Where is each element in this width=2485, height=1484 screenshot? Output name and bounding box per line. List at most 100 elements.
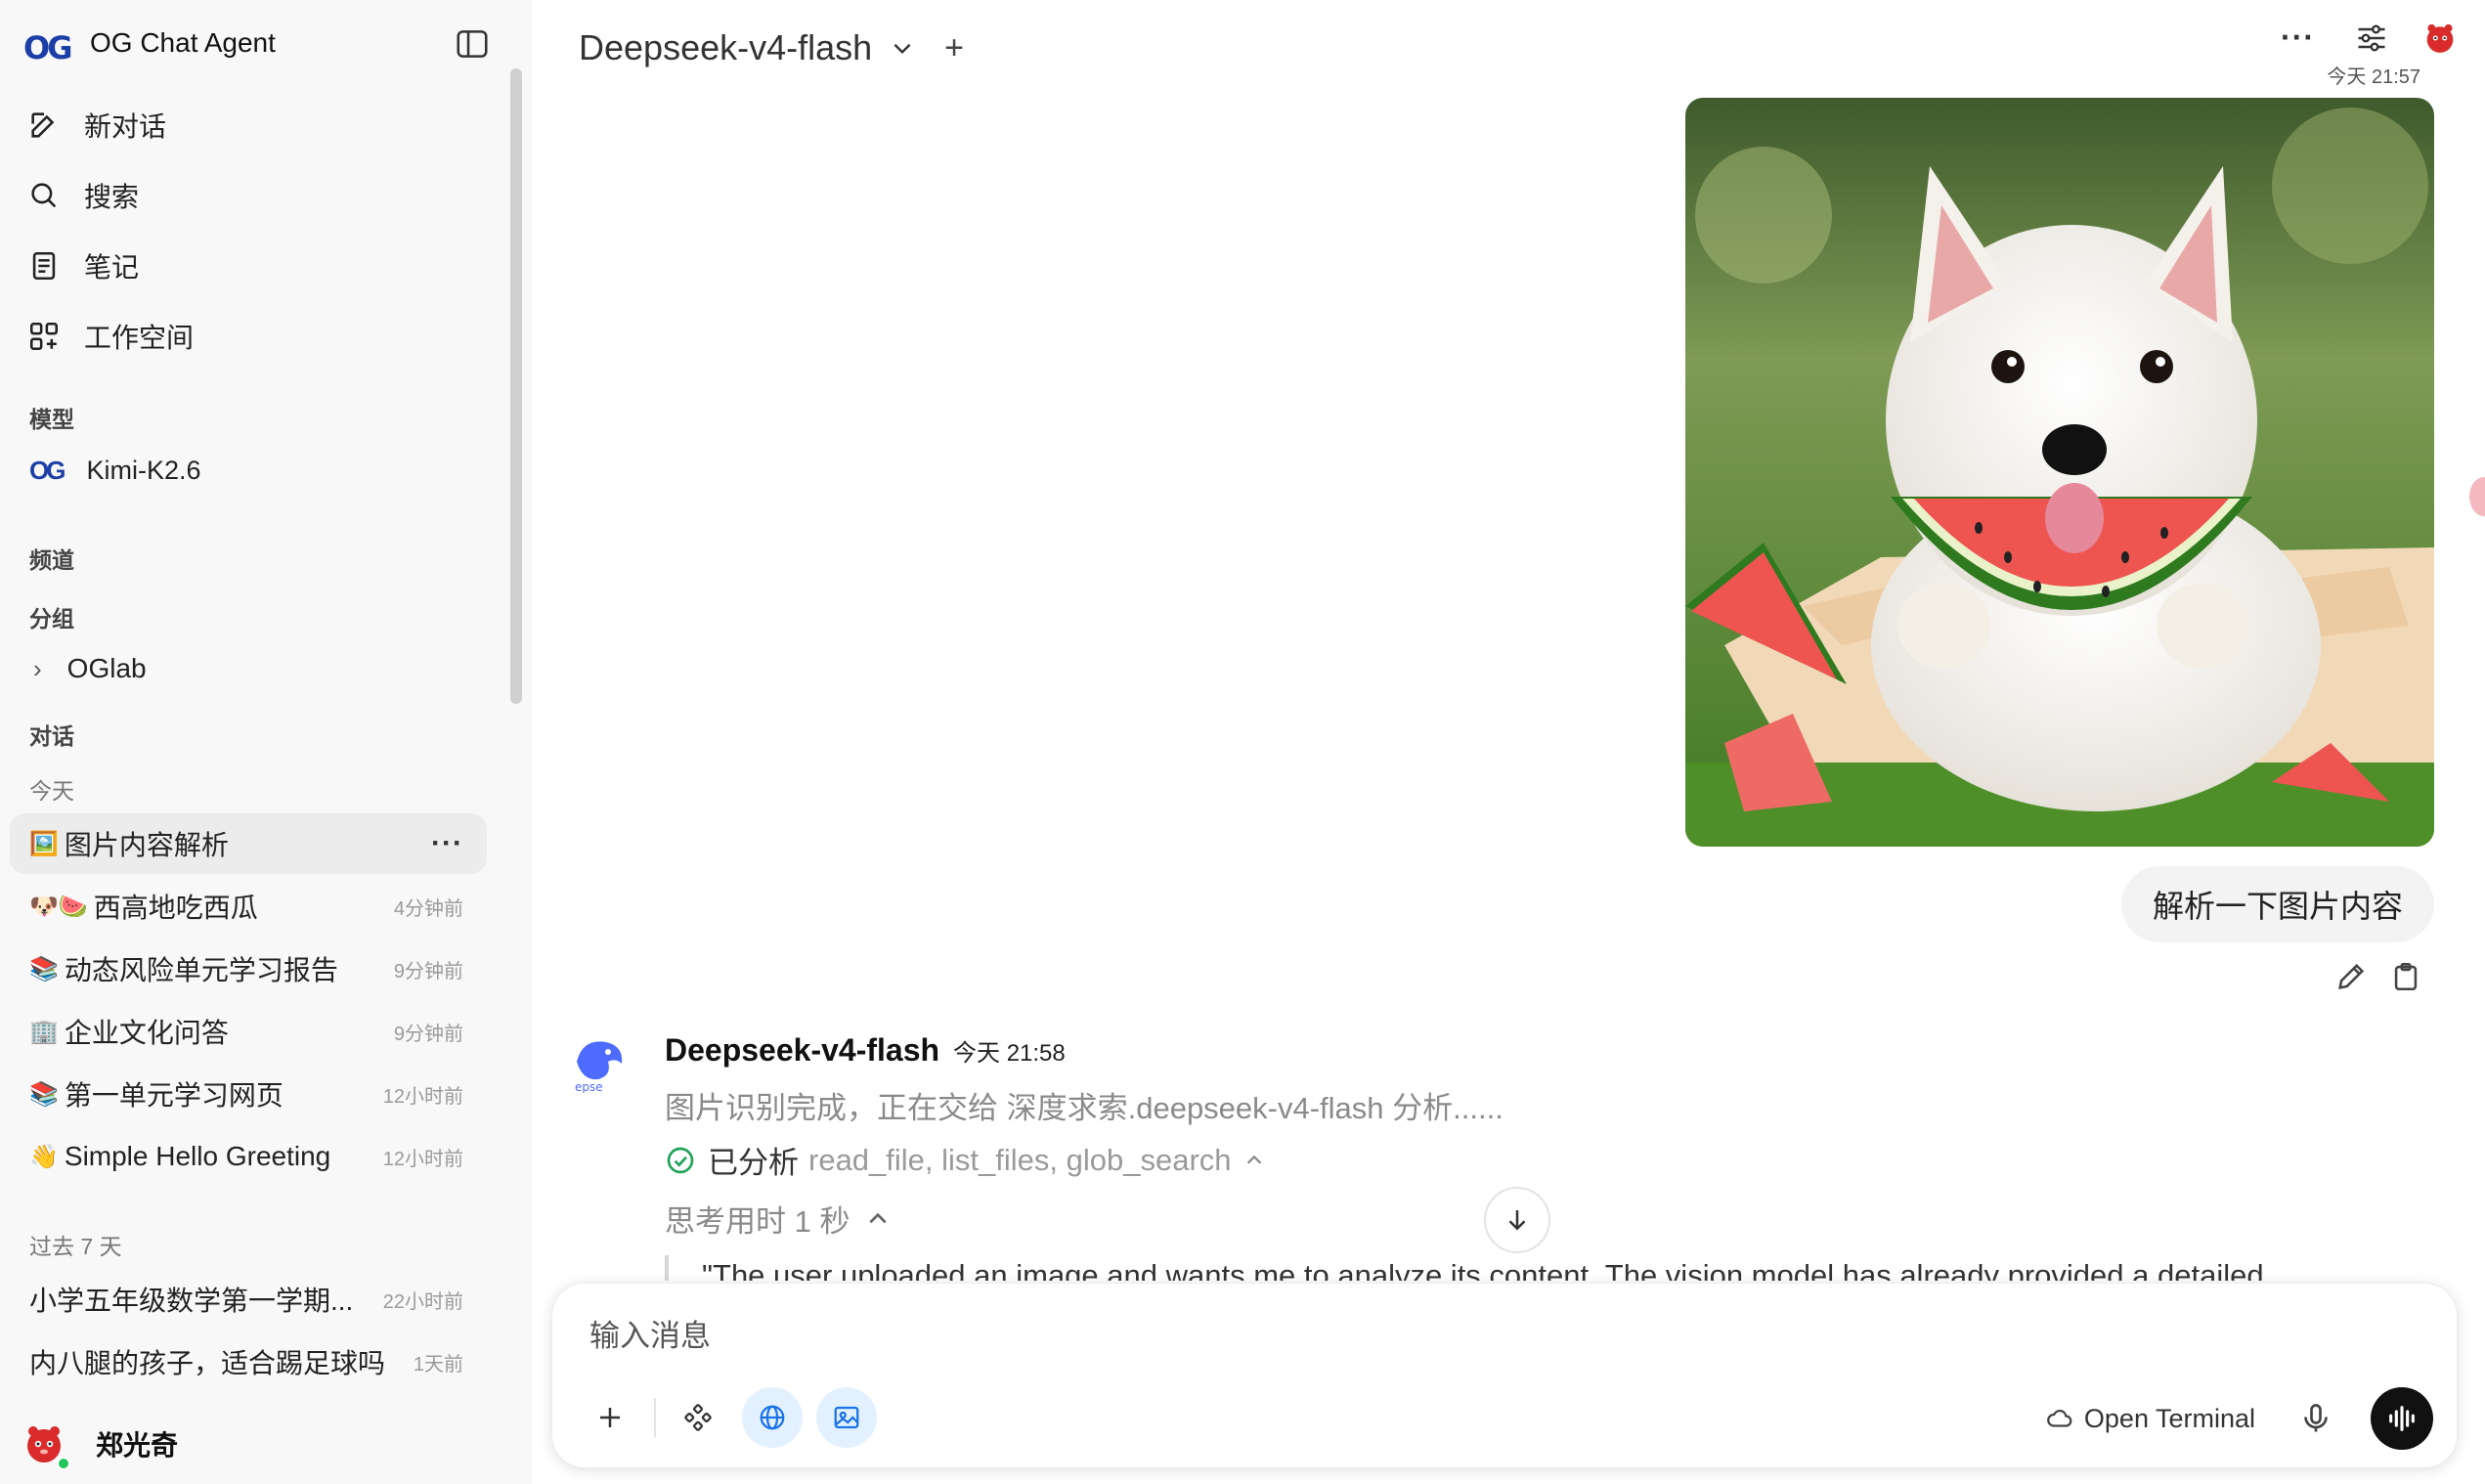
conversation-time: 12小时前 bbox=[382, 1148, 463, 1170]
scroll-to-bottom-button[interactable] bbox=[1484, 1187, 1550, 1253]
model-selector[interactable]: Deepseek-v4-flash + bbox=[579, 27, 964, 68]
conversation-time: 9分钟前 bbox=[393, 960, 463, 982]
edit-pencil-icon[interactable] bbox=[2334, 960, 2368, 993]
group-item-oglab[interactable]: › OGlab bbox=[33, 653, 147, 684]
web-search-toggle[interactable] bbox=[742, 1387, 803, 1448]
models-section-label: 模型 bbox=[29, 407, 74, 432]
conversation-item[interactable]: 🏢 企业文化问答 9分钟前 bbox=[10, 1001, 487, 1062]
conversation-title: 小学五年级数学第一学期... bbox=[29, 1286, 354, 1316]
model-name: Kimi-K2.6 bbox=[86, 456, 201, 485]
conversation-item[interactable]: 👋 Simple Hello Greeting 12小时前 bbox=[10, 1126, 487, 1187]
conversation-title: 第一单元学习网页 bbox=[64, 1080, 283, 1111]
conversation-time: 1天前 bbox=[413, 1353, 463, 1375]
open-terminal-button[interactable]: Open Terminal bbox=[2045, 1404, 2255, 1434]
conversation-item[interactable]: 小学五年级数学第一学期... 22小时前 bbox=[10, 1269, 487, 1330]
conversation-title: 图片内容解析 bbox=[64, 830, 229, 860]
composer-tools bbox=[580, 1387, 891, 1448]
sidebar-header: OG OG Chat Agent bbox=[0, 0, 532, 88]
settings-sliders-icon[interactable] bbox=[2354, 21, 2389, 56]
groups-section-label[interactable]: 分组 bbox=[29, 600, 74, 633]
deepseek-avatar-icon: epse bbox=[575, 1041, 623, 1093]
add-model-button[interactable]: + bbox=[944, 29, 964, 67]
conversation-item[interactable]: 🐶🍉 西高地吃西瓜 4分钟前 bbox=[10, 876, 487, 937]
integrations-icon bbox=[684, 1404, 712, 1431]
tools-done-label: 已分析 bbox=[708, 1146, 799, 1180]
conversation-emoji: 📚 bbox=[29, 1080, 59, 1108]
image-generation-toggle[interactable] bbox=[816, 1387, 877, 1448]
app-title[interactable]: OG Chat Agent bbox=[90, 27, 276, 59]
conversation-time: 22小时前 bbox=[382, 1290, 463, 1313]
chats-section-label: 对话 bbox=[29, 723, 74, 749]
conversation-emoji: 🏢 bbox=[29, 1018, 59, 1045]
assistant-name: Deepseek-v4-flash bbox=[665, 1032, 940, 1068]
conversation-time: 4分钟前 bbox=[393, 897, 463, 920]
conversation-title: 西高地吃西瓜 bbox=[93, 893, 258, 923]
user-avatar-icon[interactable] bbox=[2422, 21, 2458, 56]
tool-calls-toggle[interactable]: 已分析 read_file, list_files, glob_search bbox=[665, 1138, 1265, 1182]
chevron-down-icon bbox=[894, 43, 911, 55]
conversation-emoji: 🐶🍉 bbox=[29, 893, 88, 920]
user-message-text: 解析一下图片内容 bbox=[2152, 889, 2403, 924]
last7-section-label: 过去 7 天 bbox=[29, 1234, 122, 1259]
arrow-down-icon bbox=[1508, 1210, 1526, 1231]
search-icon bbox=[31, 183, 57, 208]
microphone-icon[interactable] bbox=[2298, 1401, 2333, 1436]
message-composer: Open Terminal bbox=[551, 1283, 2458, 1468]
copy-clipboard-icon[interactable] bbox=[2389, 960, 2422, 993]
assistant-time: 今天 21:58 bbox=[953, 1040, 1066, 1067]
conversation-emoji: 👋 bbox=[29, 1143, 59, 1170]
search-label: 搜索 bbox=[84, 182, 140, 212]
group-name: OGlab bbox=[66, 653, 147, 683]
model-item-kimi[interactable]: OG Kimi-K2.6 bbox=[29, 456, 200, 486]
assistant-header: Deepseek-v4-flash 今天 21:58 bbox=[665, 1032, 1066, 1069]
user-message-time: 今天 21:57 bbox=[2327, 66, 2420, 88]
conversation-title: 企业文化问答 bbox=[64, 1018, 229, 1048]
notes-button[interactable]: 笔记 bbox=[27, 240, 139, 291]
channels-section-label[interactable]: 频道 bbox=[29, 542, 74, 575]
notes-icon bbox=[32, 251, 56, 281]
model-logo: OG bbox=[29, 456, 65, 485]
message-input[interactable] bbox=[589, 1315, 1958, 1358]
conversation-time: 9分钟前 bbox=[393, 1023, 463, 1045]
dog-watermelon-image bbox=[1685, 98, 2434, 847]
thought-block: "The user uploaded an image and wants me… bbox=[665, 1255, 2434, 1281]
integrations-button[interactable] bbox=[668, 1387, 728, 1448]
chevron-up-icon bbox=[869, 1212, 888, 1223]
workspace-label: 工作空间 bbox=[84, 323, 195, 353]
audio-waveform-icon bbox=[2389, 1406, 2415, 1431]
conversation-time: 12小时前 bbox=[382, 1085, 463, 1108]
add-attachment-button[interactable] bbox=[580, 1387, 640, 1448]
conversation-item[interactable]: 📚 第一单元学习网页 12小时前 bbox=[10, 1064, 487, 1124]
sidebar-scrollbar[interactable] bbox=[510, 68, 522, 704]
sidebar-toggle-icon[interactable] bbox=[454, 25, 491, 63]
globe-icon bbox=[760, 1405, 785, 1430]
more-options-icon[interactable]: ··· bbox=[431, 827, 463, 860]
conversation-emoji: 📚 bbox=[29, 955, 59, 982]
image-icon bbox=[834, 1406, 859, 1429]
chat-main: Deepseek-v4-flash + ··· 今天 21:57 解析一下图片内… bbox=[532, 0, 2485, 1484]
chevron-up-icon bbox=[1246, 1155, 1261, 1164]
search-button[interactable]: 搜索 bbox=[27, 170, 139, 221]
model-selector-label: Deepseek-v4-flash bbox=[579, 27, 873, 67]
user-profile-bar[interactable]: 郑光奇 bbox=[0, 1404, 532, 1484]
plus-icon bbox=[600, 1408, 620, 1427]
voice-mode-button[interactable] bbox=[2371, 1387, 2433, 1450]
conversation-title: Simple Hello Greeting bbox=[64, 1141, 331, 1171]
composer-right-actions: Open Terminal bbox=[2045, 1387, 2433, 1450]
avatar[interactable] bbox=[22, 1421, 70, 1470]
uploaded-image[interactable] bbox=[1685, 98, 2434, 847]
conversation-item[interactable]: 内八腿的孩子，适合踢足球吗 1天前 bbox=[10, 1331, 487, 1392]
floating-assistant-handle[interactable] bbox=[2469, 477, 2485, 516]
assistant-status-text: 图片识别完成，正在交给 深度求索.deepseek-v4-flash 分析...… bbox=[665, 1091, 1504, 1125]
conversation-item[interactable]: 📚 动态风险单元学习报告 9分钟前 bbox=[10, 938, 487, 999]
workspace-button[interactable]: 工作空间 bbox=[27, 311, 194, 362]
online-status-dot bbox=[57, 1457, 70, 1470]
thinking-toggle[interactable]: 思考用时 1 秒 bbox=[665, 1197, 891, 1241]
notes-label: 笔记 bbox=[84, 252, 140, 283]
thought-text: "The user uploaded an image and wants me… bbox=[702, 1258, 2264, 1281]
app-logo[interactable]: OG bbox=[23, 29, 72, 66]
conversation-item[interactable]: 🖼️ 图片内容解析 ··· bbox=[10, 813, 487, 874]
check-circle-icon bbox=[667, 1147, 694, 1173]
new-chat-button[interactable]: 新对话 bbox=[27, 100, 166, 151]
more-options-button[interactable]: ··· bbox=[2281, 20, 2315, 56]
